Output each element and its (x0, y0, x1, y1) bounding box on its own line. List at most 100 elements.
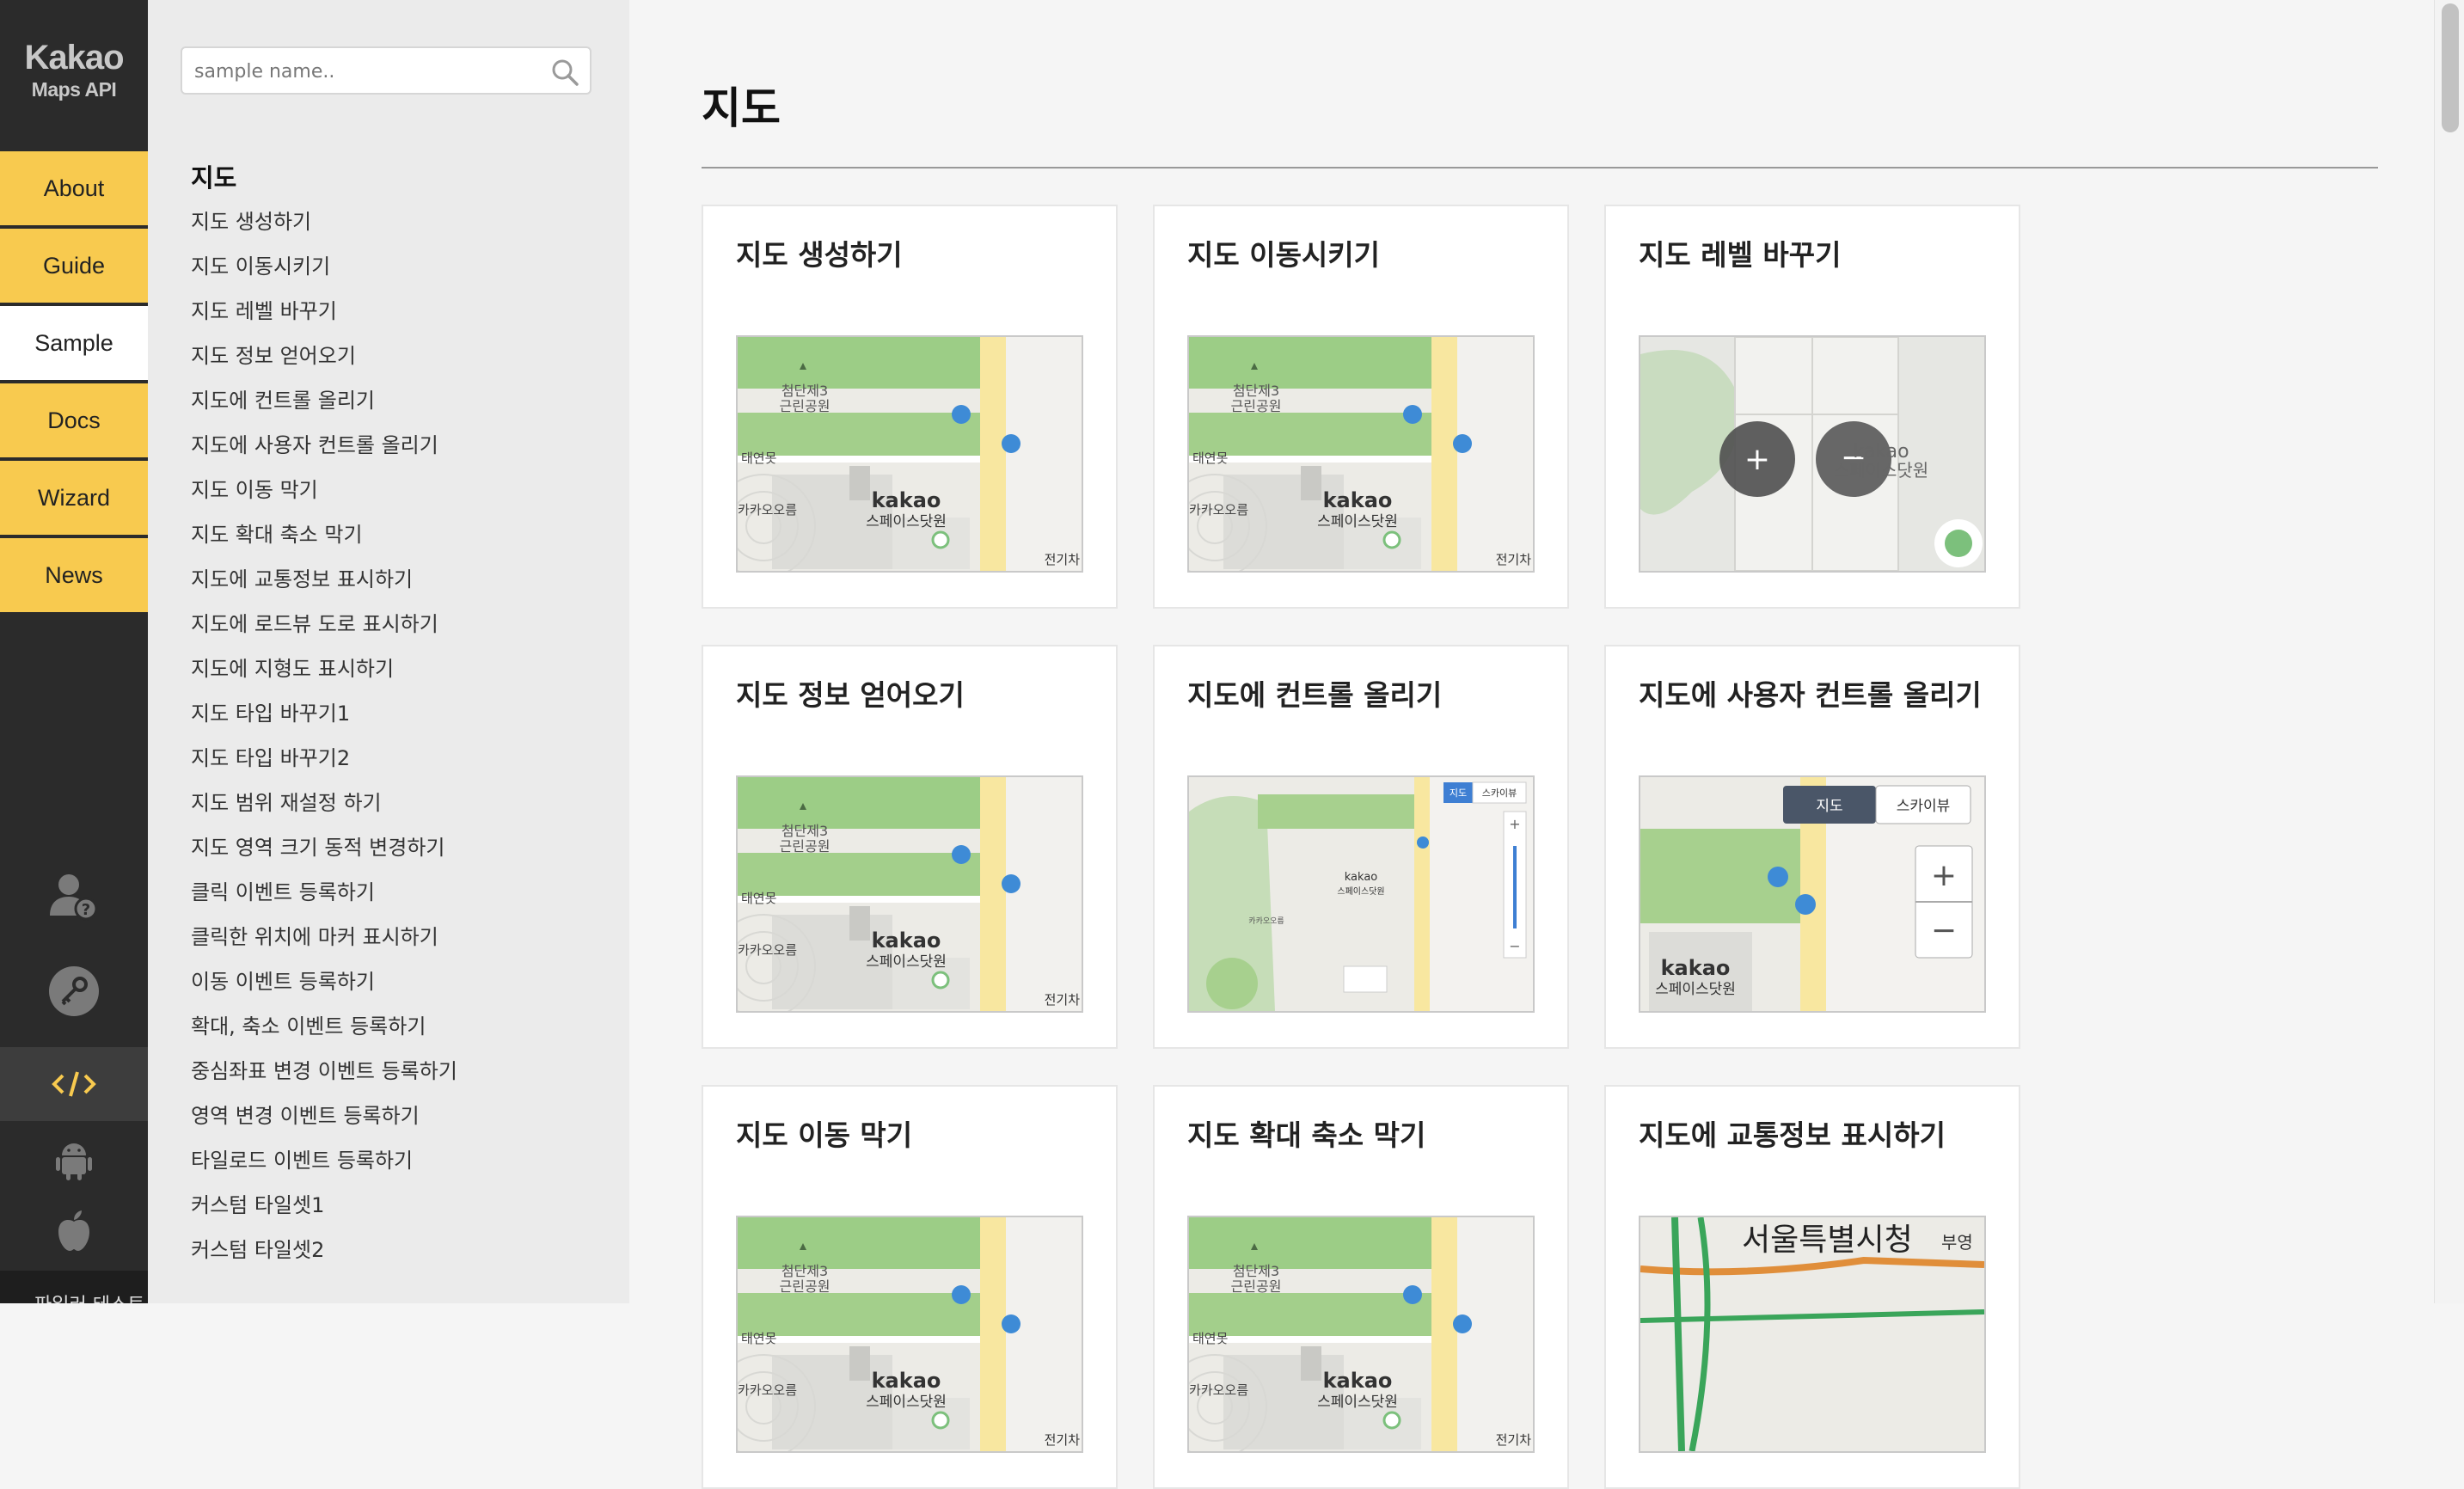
nav-news-label: News (45, 561, 103, 588)
svg-text:−: − (1931, 913, 1957, 948)
sample-list-item[interactable]: 커스텀 타일셋2 (191, 1228, 457, 1272)
svg-text:첨단제3: 첨단제3 (781, 1263, 828, 1279)
svg-text:태연못: 태연못 (1192, 450, 1228, 466)
sample-card[interactable]: 지도 레벨 바꾸기 + − kakao 스페이스닷원 (1604, 205, 2020, 609)
map-thumbnail: 첨단제3 근린공원 태연못 카카오오름 kakao 스페이스닷원 전기차 (736, 335, 1083, 573)
svg-text:?: ? (82, 901, 90, 919)
nav-docs[interactable]: Docs (0, 383, 148, 459)
svg-text:kakao: kakao (872, 1369, 941, 1393)
sample-list-item[interactable]: 지도 범위 재설정 하기 (191, 781, 457, 825)
svg-text:태연못: 태연못 (741, 1331, 776, 1346)
map-thumbnail: 지도 스카이뷰 + − kakao 스페이스닷원 (1639, 775, 1986, 1013)
svg-text:kakao: kakao (872, 928, 941, 953)
nav-docs-label: Docs (47, 407, 101, 433)
page-scrollbar[interactable] (2434, 0, 2464, 1303)
sample-list-item[interactable]: 지도 이동시키기 (191, 244, 457, 289)
svg-text:지도: 지도 (1450, 787, 1467, 799)
sample-card[interactable]: 지도 정보 얻어오기 첨단제3 근린공원 태연못 카카오오름 kakao 스페이… (702, 645, 1118, 1049)
sample-list-item[interactable]: 클릭한 위치에 마커 표시하기 (191, 915, 457, 959)
map-thumbnail: 첨단제3 근린공원 태연못 카카오오름 kakao 스페이스닷원 전기차 (736, 775, 1083, 1013)
code-icon[interactable] (0, 1047, 148, 1121)
svg-text:전기차: 전기차 (1045, 1432, 1081, 1448)
svg-text:카카오오름: 카카오오름 (1189, 502, 1248, 518)
user-help-icon[interactable]: ? (0, 867, 148, 927)
nav-guide[interactable]: Guide (0, 229, 148, 304)
svg-text:근린공원: 근린공원 (780, 1278, 831, 1295)
sample-list-item[interactable]: 지도 확대 축소 막기 (191, 512, 457, 557)
scrollbar-thumb[interactable] (2442, 3, 2459, 132)
svg-text:첨단제3: 첨단제3 (781, 383, 828, 399)
nav-sample[interactable]: Sample (0, 306, 148, 382)
svg-text:카카오오름: 카카오오름 (738, 1382, 797, 1398)
svg-text:스페이스닷원: 스페이스닷원 (1834, 460, 1928, 481)
svg-text:첨단제3: 첨단제3 (1233, 1263, 1279, 1279)
sample-card[interactable]: 지도에 교통정보 표시하기 서울특별시청 부영 (1604, 1085, 2020, 1489)
android-icon[interactable] (0, 1135, 148, 1186)
sample-sidebar: 지도 지도 생성하기지도 이동시키기지도 레벨 바꾸기지도 정보 얻어오기지도에… (148, 0, 629, 1303)
tooltip: 파일러 테스트 정보... (0, 1271, 148, 1303)
nav-wizard[interactable]: Wizard (0, 461, 148, 536)
sample-card[interactable]: 지도 이동 막기 첨단제3 근린공원 태연못 카카오오름 kakao 스페이스닷… (702, 1085, 1118, 1489)
search-box (181, 46, 591, 95)
nav-guide-label: Guide (42, 252, 106, 279)
sample-list-item[interactable]: 지도 이동 막기 (191, 468, 457, 512)
sample-list-item[interactable]: 지도 정보 얻어오기 (191, 334, 457, 378)
svg-text:태연못: 태연못 (741, 891, 776, 906)
card-title: 지도 생성하기 (736, 238, 903, 272)
sample-list-item[interactable]: 지도 영역 크기 동적 변경하기 (191, 825, 457, 870)
sample-list-item[interactable]: 지도 레벨 바꾸기 (191, 289, 457, 334)
svg-text:전기차: 전기차 (1496, 1432, 1532, 1448)
svg-text:+: + (1931, 858, 1957, 893)
sample-list-item[interactable]: 지도 타입 바꾸기2 (191, 736, 457, 781)
sample-list-item[interactable]: 확대, 축소 이벤트 등록하기 (191, 1004, 457, 1049)
sample-list-item[interactable]: 지도에 컨트롤 올리기 (191, 378, 457, 423)
nav-sample-label: Sample (34, 329, 113, 356)
map-thumbnail: 서울특별시청 부영 (1639, 1216, 1986, 1453)
card-title: 지도에 컨트롤 올리기 (1187, 678, 1443, 712)
svg-text:전기차: 전기차 (1496, 552, 1532, 567)
sample-card[interactable]: 지도에 컨트롤 올리기 kakao 스페이스닷원 카카오오름 지도 스카이뷰 + − (1153, 645, 1569, 1049)
svg-text:카카오오름: 카카오오름 (738, 502, 797, 518)
sample-list-item[interactable]: 지도에 사용자 컨트롤 올리기 (191, 423, 457, 468)
card-title: 지도 이동 막기 (736, 1118, 913, 1152)
nav-news[interactable]: News (0, 538, 148, 614)
sample-card[interactable]: 지도 확대 축소 막기 첨단제3 근린공원 태연못 카카오오름 kakao 스페… (1153, 1085, 1569, 1489)
main-nav: Kakao Maps API About Guide Sample Docs W… (0, 0, 148, 1303)
key-icon[interactable] (0, 961, 148, 1021)
logo[interactable]: Kakao Maps API (0, 38, 148, 101)
sample-list-item[interactable]: 커스텀 타일셋1 (191, 1183, 457, 1228)
page-title: 지도 (702, 83, 781, 133)
nav-about[interactable]: About (0, 151, 148, 227)
section-title: 지도 (191, 163, 237, 193)
svg-text:카카오오름: 카카오오름 (1248, 916, 1284, 926)
card-title: 지도 이동시키기 (1187, 238, 1381, 272)
sample-list-item[interactable]: 중심좌표 변경 이벤트 등록하기 (191, 1049, 457, 1094)
sample-list-item[interactable]: 영역 변경 이벤트 등록하기 (191, 1094, 457, 1138)
svg-text:+: + (1744, 442, 1770, 477)
sample-list-item[interactable]: 지도에 로드뷰 도로 표시하기 (191, 602, 457, 646)
search-icon[interactable] (550, 58, 579, 87)
sample-card[interactable]: 지도 생성하기 첨단제3 근린공원 태연못 카카오오름 kakao 스페이스닷원… (702, 205, 1118, 609)
sample-list-item[interactable]: 이동 이벤트 등록하기 (191, 959, 457, 1004)
apple-icon[interactable] (0, 1205, 148, 1257)
sample-list-item[interactable]: 클릭 이벤트 등록하기 (191, 870, 457, 915)
sample-list-item[interactable]: 지도 타입 바꾸기1 (191, 691, 457, 736)
svg-text:근린공원: 근린공원 (780, 398, 831, 414)
sample-list-item[interactable]: 지도 생성하기 (191, 199, 457, 244)
svg-text:첨단제3: 첨단제3 (1233, 383, 1279, 399)
svg-text:스페이스닷원: 스페이스닷원 (1655, 981, 1736, 998)
sample-list-item[interactable]: 지도에 지형도 표시하기 (191, 646, 457, 691)
card-title: 지도 레벨 바꾸기 (1639, 238, 1842, 272)
search-input[interactable] (193, 55, 540, 88)
svg-text:서울특별시청: 서울특별시청 (1742, 1222, 1913, 1258)
svg-text:−: − (1509, 938, 1520, 954)
sample-card[interactable]: 지도 이동시키기 첨단제3 근린공원 태연못 카카오오름 kakao 스페이스닷… (1153, 205, 1569, 609)
svg-text:+: + (1509, 816, 1520, 832)
sample-list-item[interactable]: 지도에 교통정보 표시하기 (191, 557, 457, 602)
sample-list-item[interactable]: 타일로드 이벤트 등록하기 (191, 1138, 457, 1183)
map-thumbnail: kakao 스페이스닷원 카카오오름 지도 스카이뷰 + − (1187, 775, 1535, 1013)
sample-card[interactable]: 지도에 사용자 컨트롤 올리기 지도 스카이뷰 + − kakao 스페이스닷원 (1604, 645, 2020, 1049)
svg-text:kakao: kakao (1323, 488, 1393, 512)
svg-text:스페이스닷원: 스페이스닷원 (1337, 886, 1384, 897)
title-divider (702, 167, 2378, 169)
